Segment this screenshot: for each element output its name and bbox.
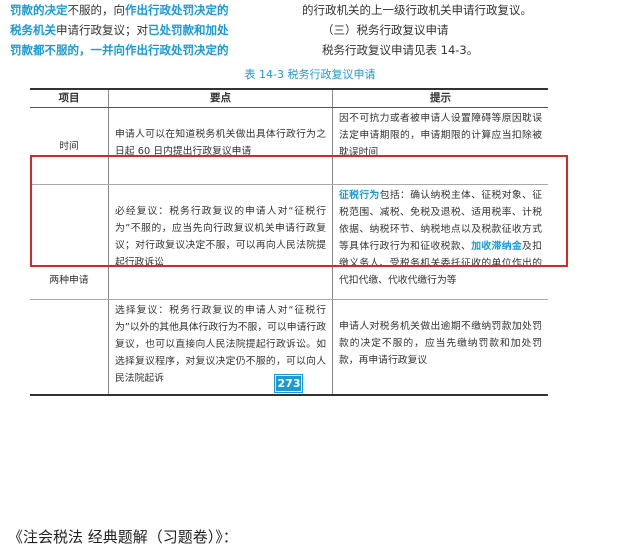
table-row-time: 时间 申请人可以在知道税务机关做出具体行政行为之日起 60 日内提出行政复议申请… (30, 107, 548, 185)
right-line-3: 税务行政复议申请见表 14-3。 (322, 43, 479, 57)
right-line-1: 的行政机关的上一级行政机关申请行政复议。 (302, 3, 532, 17)
highlight-text: 征税行为 (339, 190, 380, 201)
left-column-text: 罚款的决定不服的，向作出行政处罚决定的 税务机关申请行政复议；对已处罚款和加处 … (10, 0, 302, 60)
cell-tip-mandatory: 征税行为包括：确认纳税主体、征税对象、征税范围、减税、免税及退税、适用税率、计税… (332, 184, 548, 300)
highlight-text: 罚款的决定 (10, 3, 68, 17)
plain-text: 申请行政复议；对 (56, 23, 148, 37)
page-number: 273 (274, 374, 303, 393)
highlight-text: 作出行政处罚决定的 (125, 3, 229, 17)
cell-tip-time: 因不可抗力或者被申请人设置障碍等原因耽误法定申请期限的，申请期限的计算应当扣除被… (332, 107, 548, 185)
header-points: 要点 (108, 89, 333, 108)
document-page: 罚款的决定不服的，向作出行政处罚决定的 税务机关申请行政复议；对已处罚款和加处 … (0, 0, 620, 557)
cell-item-two-applications: 两种申请 (30, 184, 109, 300)
highlight-text: 罚款都不服的，一并向作出行政处罚决定的 (10, 43, 229, 57)
left-line-2: 税务机关申请行政复议；对已处罚款和加处 (10, 20, 302, 40)
cell-tip-optional: 申请人对税务机关做出逾期不缴纳罚款加处罚款的决定不服的，应当先缴纳罚款和加处罚款… (332, 299, 548, 396)
top-text-columns: 罚款的决定不服的，向作出行政处罚决定的 税务机关申请行政复议；对已处罚款和加处 … (0, 0, 620, 60)
cell-item-empty (30, 299, 109, 396)
review-application-table: 项目 要点 提示 时间 申请人可以在知道税务机关做出具体行政行为之日起 60 日… (30, 88, 548, 396)
section-heading: （三）税务行政复议申请 (322, 23, 449, 37)
left-line-1: 罚款的决定不服的，向作出行政处罚决定的 (10, 0, 302, 20)
highlight-text: 已处罚款和加处 (148, 23, 229, 37)
highlight-text: 加收滞纳金 (471, 241, 523, 252)
table-row-mandatory-review: 两种申请 必经复议：税务行政复议的申请人对“征税行为”不服的，应当先向行政复议机… (30, 184, 548, 300)
header-tips: 提示 (332, 89, 548, 108)
cell-item-time: 时间 (30, 107, 109, 185)
cell-points-time: 申请人可以在知道税务机关做出具体行政行为之日起 60 日内提出行政复议申请 (108, 107, 333, 185)
table-caption: 表 14-3 税务行政复议申请 (244, 68, 376, 81)
right-column-text: 的行政机关的上一级行政机关申请行政复议。 （三）税务行政复议申请 税务行政复议申… (302, 0, 602, 60)
left-line-3: 罚款都不服的，一并向作出行政处罚决定的 (10, 40, 302, 60)
highlight-text: 税务机关 (10, 23, 56, 37)
table-header-row: 项目 要点 提示 (30, 89, 548, 108)
header-item: 项目 (30, 89, 109, 108)
footer-book-title: 《注会税法 经典题解（习题卷）》： (8, 528, 238, 546)
plain-text: 不服的，向 (67, 3, 126, 17)
cell-points-mandatory: 必经复议：税务行政复议的申请人对“征税行为”不服的，应当先向行政复议机关申请行政… (108, 184, 333, 300)
